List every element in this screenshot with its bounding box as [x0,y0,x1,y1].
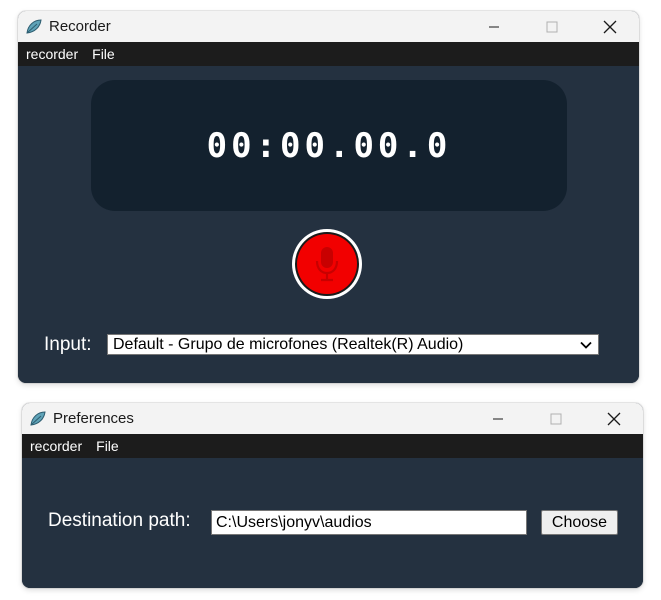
window-title: Preferences [53,410,134,427]
maximize-icon [546,21,558,32]
close-button[interactable] [585,403,643,434]
close-button[interactable] [581,11,639,42]
choose-button[interactable]: Choose [541,510,618,535]
minimize-button[interactable] [469,403,527,434]
recorder-window: Recorder recorder File 00:00.00.0 Input:… [18,11,639,383]
menu-file[interactable]: File [85,46,122,62]
microphone-icon [315,247,339,282]
menu-recorder[interactable]: recorder [22,438,89,454]
app-feather-icon [28,409,48,429]
close-icon [603,20,617,33]
menu-bar: recorder File [22,434,643,458]
app-feather-icon [24,17,44,37]
destination-path-input[interactable] [211,510,527,535]
maximize-button[interactable] [527,403,585,434]
preferences-window: Preferences recorder File Destination pa… [22,403,643,588]
maximize-button[interactable] [523,11,581,42]
title-bar[interactable]: Preferences [22,403,643,434]
preferences-content: Destination path: Choose [22,458,643,588]
title-bar[interactable]: Recorder [18,11,639,42]
minimize-button[interactable] [465,11,523,42]
timer-panel: 00:00.00.0 [91,80,567,211]
destination-path-label: Destination path: [48,510,191,531]
menu-bar: recorder File [18,42,639,66]
input-label: Input: [44,334,92,355]
window-title: Recorder [49,18,111,35]
recorder-content: 00:00.00.0 Input: Default - Grupo de mic… [18,66,639,383]
close-icon [607,412,621,425]
menu-file[interactable]: File [89,438,126,454]
menu-recorder[interactable]: recorder [18,46,85,62]
record-button[interactable] [292,229,362,299]
maximize-icon [550,413,562,424]
chevron-down-icon [580,341,592,349]
input-device-value: Default - Grupo de microfones (Realtek(R… [113,335,464,353]
minimize-icon [493,418,503,419]
timer-display: 00:00.00.0 [206,125,452,166]
input-device-select[interactable]: Default - Grupo de microfones (Realtek(R… [107,334,599,355]
minimize-icon [489,26,499,27]
